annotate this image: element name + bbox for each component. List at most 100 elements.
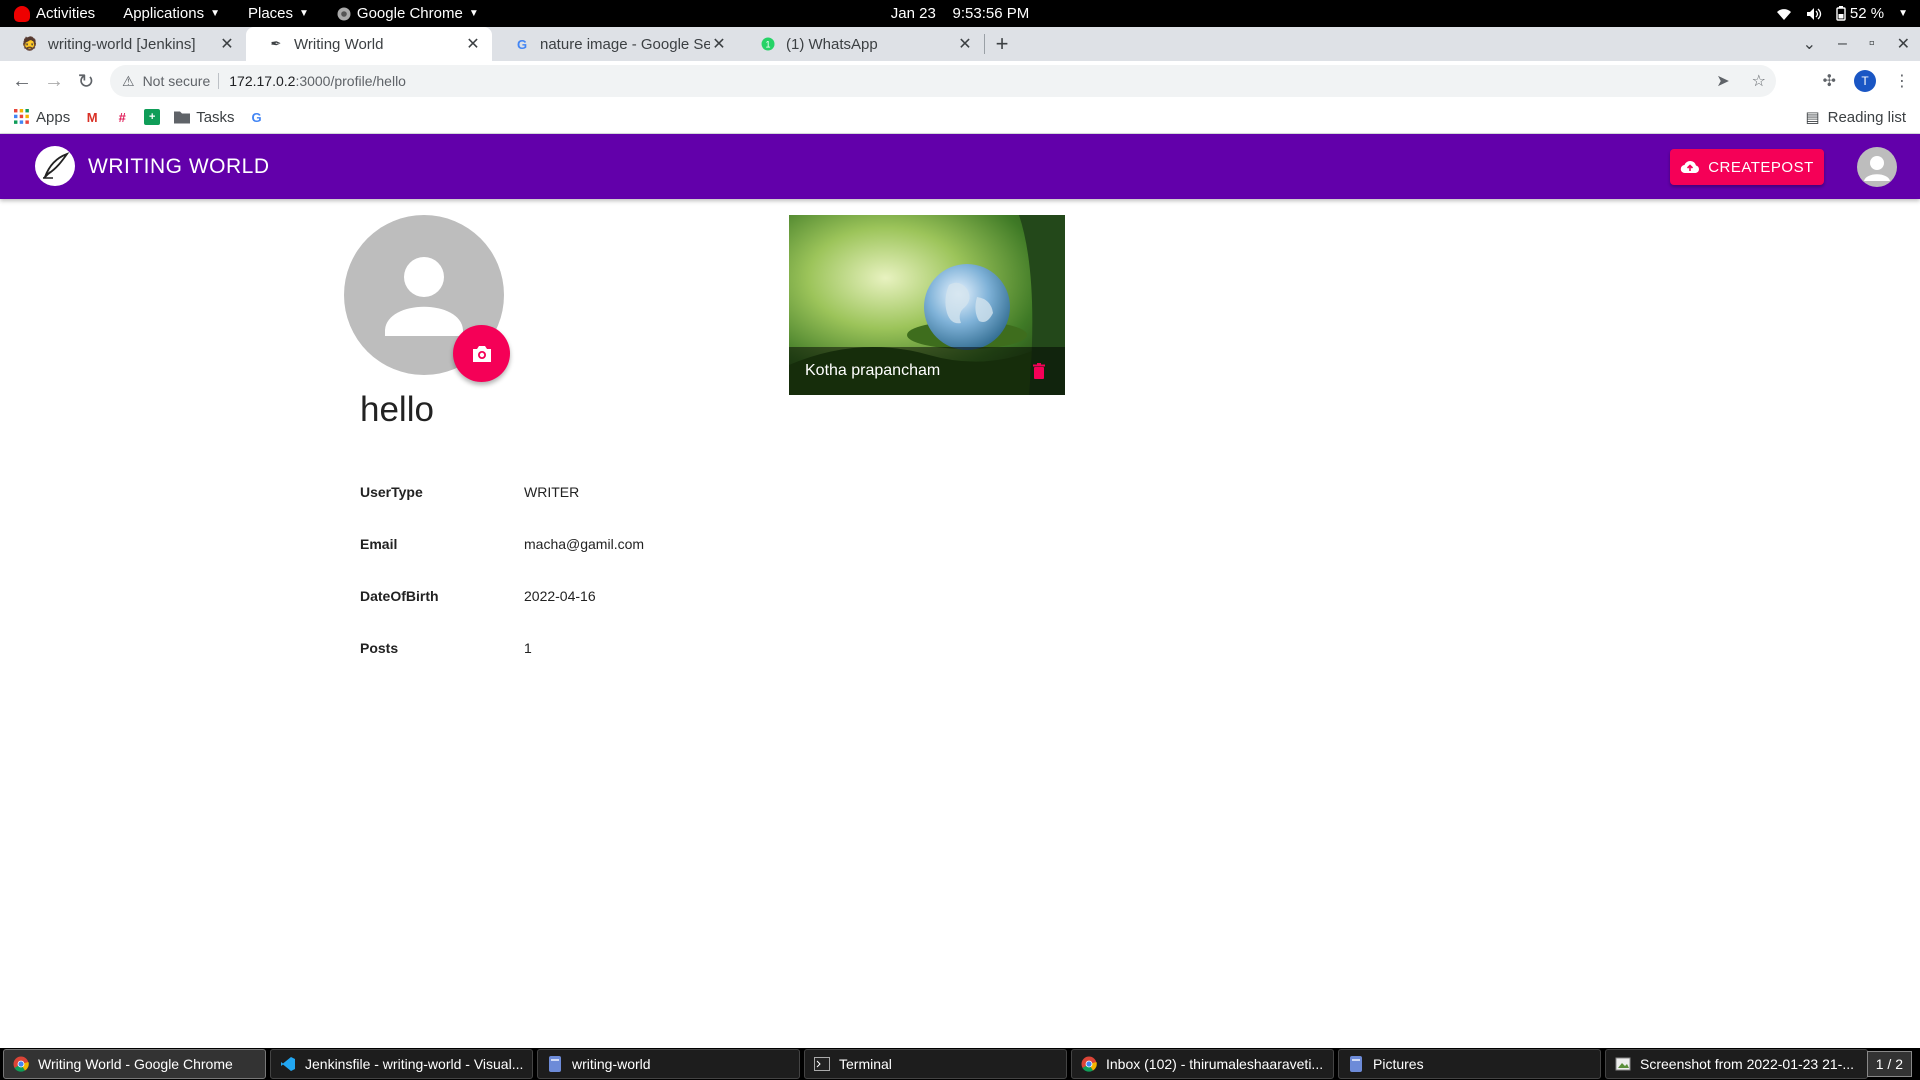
caret-down-icon: ▼ <box>210 8 220 19</box>
quill-icon: ✒ <box>270 36 282 51</box>
post-title-bar: Kotha prapancham <box>789 347 1065 395</box>
workspace-indicator[interactable]: 1 / 2 <box>1866 1051 1912 1077</box>
task-chrome-writing-world[interactable]: Writing World - Google Chrome <box>3 1049 266 1079</box>
address-bar[interactable]: ⚠ Not secure 172.17.0.2:3000/profile/hel… <box>110 65 1776 97</box>
applications-label: Applications <box>123 5 205 22</box>
task-label: Writing World - Google Chrome <box>38 1056 233 1072</box>
volume-icon <box>1806 7 1822 20</box>
terminal-icon <box>813 1055 831 1073</box>
battery-percent: 52 % <box>1849 5 1885 22</box>
camera-icon <box>472 345 491 362</box>
info-row-posts: Posts 1 <box>360 622 644 674</box>
upload-photo-button[interactable] <box>453 325 510 382</box>
places-menu[interactable]: Places ▼ <box>234 0 323 27</box>
delete-post-button[interactable] <box>1029 359 1049 383</box>
info-value: 2022-04-16 <box>524 588 596 604</box>
close-icon[interactable]: ✕ <box>956 34 974 54</box>
caret-down-icon: ▼ <box>468 8 479 19</box>
tab-title: nature image - Google Sea <box>540 35 710 53</box>
tab-search-icon[interactable]: ⌄ <box>1803 34 1816 54</box>
plus-icon: + <box>995 31 1009 56</box>
app-menu[interactable]: Google Chrome ▼ <box>323 0 493 27</box>
folder-icon <box>174 111 191 124</box>
bookmark-label: Apps <box>36 108 71 126</box>
wifi-icon <box>1776 8 1791 20</box>
applications-menu[interactable]: Applications ▼ <box>109 0 234 27</box>
info-key: Email <box>360 536 398 552</box>
tab-title: Writing World <box>294 35 384 53</box>
back-button[interactable]: ← <box>6 65 38 97</box>
kebab-menu-icon[interactable]: ⋮ <box>1894 71 1910 91</box>
task-label: Terminal <box>839 1056 892 1072</box>
bookmark-gmail[interactable]: M <box>84 109 100 125</box>
close-window-icon[interactable]: ✕ <box>1897 34 1910 54</box>
system-top-bar: Activities Applications ▼ Places ▼ Googl… <box>0 0 1920 27</box>
clock-date[interactable]: Jan 23 <box>891 5 936 22</box>
forward-button[interactable]: → <box>38 65 70 97</box>
bookmark-sheets[interactable]: + <box>144 109 161 125</box>
maximize-icon[interactable]: ▫ <box>1869 35 1875 53</box>
chrome-icon <box>337 7 351 20</box>
bookmarks-bar: Apps M # + Tasks G ▤ Reading list <box>0 101 1920 134</box>
tab-google-search[interactable]: G nature image - Google Sea ✕ <box>492 27 738 61</box>
account-avatar[interactable] <box>1857 147 1897 187</box>
task-terminal[interactable]: Terminal <box>804 1049 1067 1079</box>
new-tab-button[interactable]: + <box>985 27 1019 61</box>
quill-logo-icon[interactable] <box>35 146 75 186</box>
post-title: Kotha prapancham <box>805 362 941 379</box>
tab-whatsapp[interactable]: 1 (1) WhatsApp ✕ <box>738 27 984 61</box>
bookmark-slack[interactable]: # <box>114 109 130 125</box>
task-chrome-inbox[interactable]: Inbox (102) - thirumaleshaaraveti... <box>1071 1049 1334 1079</box>
tab-title: writing-world [Jenkins] <box>48 35 196 53</box>
send-icon[interactable]: ➤ <box>1716 71 1729 91</box>
create-post-button[interactable]: CREATEPOST <box>1670 149 1824 185</box>
app-menu-label: Google Chrome <box>356 5 463 22</box>
files-icon <box>546 1055 564 1073</box>
tab-jenkins[interactable]: 🧔 writing-world [Jenkins] ✕ <box>0 27 246 61</box>
minimize-icon[interactable]: – <box>1838 35 1847 53</box>
bookmark-apps[interactable]: Apps <box>14 109 70 126</box>
info-value: WRITER <box>524 484 580 500</box>
task-label: Pictures <box>1373 1056 1424 1072</box>
info-key: DateOfBirth <box>360 588 439 604</box>
task-files-pictures[interactable]: Pictures <box>1338 1049 1601 1079</box>
caret-down-icon: ▼ <box>1898 8 1908 19</box>
back-arrow-icon: ← <box>12 69 32 92</box>
reading-list-icon: ▤ <box>1805 109 1820 126</box>
system-status-area[interactable]: 52 % ▼ <box>1776 0 1908 27</box>
clock-time[interactable]: 9:53:56 PM <box>953 5 1030 22</box>
window-list: Writing World - Google Chrome Jenkinsfil… <box>0 1048 1920 1080</box>
info-row-dateofbirth: DateOfBirth 2022-04-16 <box>360 570 644 622</box>
task-screenshot-viewer[interactable]: Screenshot from 2022-01-23 21-... <box>1605 1049 1868 1079</box>
bookmark-tasks-folder[interactable]: Tasks <box>174 109 235 126</box>
app-title[interactable]: WRITING WORLD <box>88 134 269 199</box>
reading-list-button[interactable]: ▤ Reading list <box>1805 108 1906 127</box>
profile-username: hello <box>360 390 434 429</box>
tab-writing-world[interactable]: ✒ Writing World ✕ <box>246 27 492 61</box>
gmail-icon: M <box>86 109 98 125</box>
warning-icon[interactable]: ⚠ <box>122 73 135 90</box>
forward-arrow-icon: → <box>44 69 64 92</box>
activities-button[interactable]: Activities <box>0 0 109 27</box>
files-icon <box>1347 1055 1365 1073</box>
star-icon[interactable]: ☆ <box>1752 71 1766 91</box>
extensions-icon[interactable]: ✣ <box>1823 71 1836 91</box>
cloud-upload-icon <box>1680 160 1700 174</box>
close-icon[interactable]: ✕ <box>218 34 236 54</box>
task-vscode[interactable]: Jenkinsfile - writing-world - Visual... <box>270 1049 533 1079</box>
window-controls: ⌄ – ▫ ✕ <box>1803 27 1910 61</box>
activities-label: Activities <box>36 5 96 22</box>
close-icon[interactable]: ✕ <box>464 34 482 54</box>
profile-info-table: UserType WRITER Email macha@gamil.com Da… <box>360 466 644 674</box>
profile-button[interactable]: T <box>1854 70 1876 92</box>
post-card[interactable]: Kotha prapancham <box>789 215 1065 395</box>
bookmark-google[interactable]: G <box>249 109 265 125</box>
battery-icon <box>1836 6 1846 21</box>
whatsapp-icon: 1 <box>760 36 776 52</box>
task-files-writing-world[interactable]: writing-world <box>537 1049 800 1079</box>
close-icon[interactable]: ✕ <box>710 34 728 54</box>
tab-strip: 🧔 writing-world [Jenkins] ✕ ✒ Writing Wo… <box>0 27 1920 61</box>
reload-button[interactable]: ↻ <box>70 65 102 97</box>
url-host: 172.17.0.2 <box>229 73 296 89</box>
vscode-icon <box>279 1055 297 1073</box>
